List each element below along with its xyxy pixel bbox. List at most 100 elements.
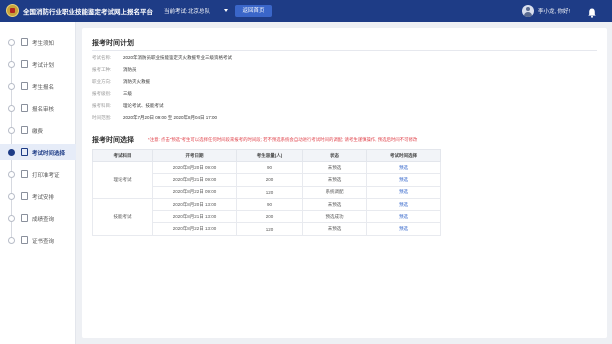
column-header: 开考日期	[152, 149, 237, 162]
fire-emblem-logo	[6, 4, 19, 17]
step-indicator	[8, 82, 15, 90]
info-value: 消防员	[123, 67, 137, 72]
status-cell: 未预选	[302, 222, 367, 236]
sidebar-item[interactable]: 报名审核	[0, 100, 76, 116]
sidebar-item[interactable]: 缴费	[0, 122, 76, 138]
form-icon	[21, 82, 28, 90]
subject-cell: 理论考试	[92, 161, 153, 199]
sidebar-item[interactable]: 打印准考证	[0, 166, 76, 182]
date-cell: 2020年8月21日 13:00	[152, 210, 237, 224]
date-cell: 2020年8月20日 09:00	[152, 160, 237, 175]
chevron-down-icon[interactable]	[224, 9, 228, 12]
sidebar-item-label: 缴费	[32, 129, 44, 135]
date-cell: 2020年8月21日 09:00	[152, 173, 237, 187]
sidebar-item-label: 考生报名	[32, 85, 55, 91]
sidebar-item-label: 报名审核	[32, 107, 55, 113]
preselect-link[interactable]: 预选	[366, 185, 441, 199]
bell-icon[interactable]	[588, 5, 596, 18]
date-cell: 2020年8月22日 09:00	[152, 185, 237, 199]
app-title: 全国消防行业职业技能鉴定考试网上报名平台	[23, 9, 153, 16]
sidebar-item[interactable]: 成绩查询	[0, 210, 76, 226]
sidebar-item[interactable]: 考试计划	[0, 56, 76, 72]
print-icon	[21, 170, 28, 178]
step-indicator	[8, 236, 15, 244]
info-value: 消防灭火救援	[123, 79, 150, 84]
date-cell: 2020年8月22日 13:00	[152, 222, 237, 236]
capacity-cell: 200	[236, 210, 303, 224]
top-bar: 全国消防行业职业技能鉴定考试网上报名平台 当前考试: 北京总队 返回首页 李小龙…	[0, 0, 612, 22]
preselect-link[interactable]: 预选	[366, 210, 441, 224]
notice-text: *注意: 点击"预选"考生可以选择任何时间段来报考的时间段; 若不预选系统会自动…	[148, 137, 418, 142]
subject-cell: 技能考试	[92, 197, 153, 236]
info-value: 三级	[123, 91, 132, 96]
status-cell: 未预选	[302, 173, 367, 187]
preselect-link[interactable]: 预选	[366, 197, 441, 212]
info-key: 时间范围:	[92, 115, 112, 120]
step-indicator	[8, 170, 15, 178]
step-indicator	[8, 126, 15, 134]
sidebar-item[interactable]: 考试时间选择	[0, 144, 76, 160]
step-indicator	[8, 214, 15, 222]
step-indicator	[8, 38, 15, 46]
step-indicator	[8, 148, 15, 156]
payment-icon	[21, 126, 28, 134]
status-cell: 系统调配	[302, 185, 367, 199]
sidebar-item[interactable]: 考生报名	[0, 78, 76, 94]
sidebar-item[interactable]: 考试安排	[0, 188, 76, 204]
capacity-cell: 120	[236, 222, 303, 236]
step-indicator	[8, 104, 15, 112]
score-icon	[21, 214, 28, 222]
selection-section-title: 报考时间选择	[92, 137, 134, 144]
info-value: 2020年7月20日 09:00 至 2020年8月04日 17:00	[123, 115, 218, 120]
column-header: 状态	[302, 149, 367, 162]
sidebar-item-label: 考试安排	[32, 195, 55, 201]
capacity-cell: 90	[236, 197, 303, 212]
calendar-icon	[21, 60, 28, 68]
return-home-button[interactable]: 返回首页	[235, 5, 272, 17]
date-cell: 2020年8月20日 13:00	[152, 197, 237, 212]
column-header: 考生容量(人)	[236, 149, 303, 162]
info-key: 考试名称:	[92, 55, 112, 60]
column-header: 考试时间选择	[366, 149, 441, 162]
capacity-cell: 90	[236, 160, 303, 175]
main-panel: 报考时间计划 考试名称: 2020年消防员职业技能鉴定灭火救援专业三级资格考试报考…	[82, 28, 607, 338]
preselect-link[interactable]: 预选	[366, 173, 441, 187]
current-exam-select[interactable]: 北京总队	[188, 7, 210, 15]
clock-icon	[21, 148, 28, 156]
capacity-cell: 200	[236, 173, 303, 187]
table-row: 技能考试 2020年8月20日 13:00 90 未预选 预选	[92, 197, 441, 236]
sidebar-item-label: 证书查询	[32, 239, 55, 245]
info-key: 报考工种:	[92, 67, 112, 72]
preselect-link[interactable]: 预选	[366, 160, 441, 175]
schedule-icon	[21, 192, 28, 200]
step-indicator	[8, 192, 15, 200]
info-key: 职业方向:	[92, 79, 112, 84]
step-indicator	[8, 60, 15, 68]
table-row: 理论考试 2020年8月20日 09:00 90 未预选 预选	[92, 160, 441, 199]
sidebar-item-label: 成绩查询	[32, 217, 55, 223]
info-value: 理论考试、技能考试	[123, 103, 164, 108]
divider	[92, 50, 597, 51]
exam-time-table: 考试科目 开考日期 考生容量(人) 状态 考试时间选择 理论考试 2020年8月20日 0…	[92, 149, 441, 236]
info-value: 2020年消防员职业技能鉴定灭火救援专业三级资格考试	[123, 55, 233, 60]
sidebar-item-label: 考生须知	[32, 41, 55, 47]
current-exam-label: 当前考试:	[164, 9, 188, 15]
sidebar: 考生须知考试计划考生报名报名审核缴费考试时间选择打印准考证考试安排成绩查询证书查…	[0, 22, 76, 344]
document-icon	[21, 38, 28, 46]
column-header: 考试科目	[92, 149, 153, 162]
review-icon	[21, 104, 28, 112]
sidebar-item[interactable]: 证书查询	[0, 232, 76, 248]
sidebar-item-label: 打印准考证	[32, 173, 60, 179]
avatar[interactable]	[522, 5, 534, 17]
info-key: 报考科目:	[92, 103, 112, 108]
capacity-cell: 120	[236, 185, 303, 199]
preselect-link[interactable]: 预选	[366, 222, 441, 236]
plan-section-title: 报考时间计划	[92, 40, 134, 47]
status-cell: 未预选	[302, 160, 367, 175]
certificate-icon	[21, 236, 28, 244]
user-greeting[interactable]: 李小龙, 你好!	[538, 7, 570, 15]
sidebar-item[interactable]: 考生须知	[0, 34, 76, 50]
status-cell: 预选成功	[302, 210, 367, 224]
info-key: 报考级别:	[92, 91, 112, 96]
sidebar-item-label: 考试计划	[32, 63, 55, 69]
